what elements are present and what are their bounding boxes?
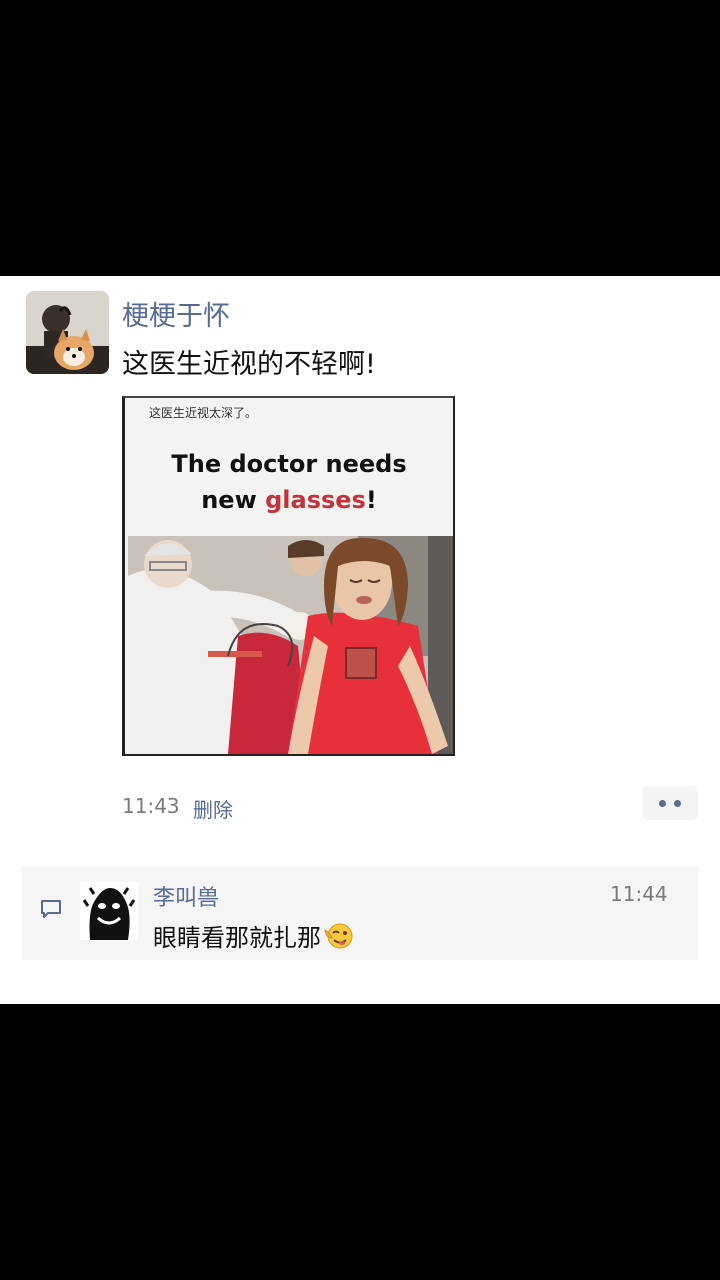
author-avatar[interactable]: [26, 291, 109, 374]
dot-icon: [659, 799, 666, 807]
comment-time: 11:44: [610, 882, 668, 906]
post-text: 这医生近视的不轻啊!: [122, 349, 376, 380]
delete-link[interactable]: 删除: [193, 794, 233, 823]
author-name[interactable]: 梗梗于怀: [122, 294, 230, 333]
image-title-line2: new glasses!: [125, 486, 453, 514]
dot-icon: [674, 799, 681, 807]
more-actions-button[interactable]: [642, 786, 698, 820]
post-image[interactable]: 这医生近视太深了。 The doctor needs new glasses!: [122, 396, 455, 756]
vaccination-photo: [128, 536, 453, 754]
comment-text: 眼睛看那就扎那: [153, 918, 355, 953]
commenter-avatar[interactable]: [80, 882, 138, 940]
moments-post-card: 梗梗于怀 这医生近视的不轻啊! 这医生近视太深了。 The doctor nee…: [0, 276, 720, 1004]
image-title-line1: The doctor needs: [171, 450, 407, 478]
image-title-highlight: glasses: [265, 486, 366, 514]
image-small-caption: 这医生近视太深了。: [149, 406, 258, 420]
image-title-prefix: new: [201, 486, 266, 514]
comment-section: 李叫兽 11:44 眼睛看那就扎那: [22, 866, 698, 960]
post-time: 11:43: [122, 794, 180, 818]
wink-tongue-emoji-icon: [324, 923, 353, 949]
comment-body: 眼睛看那就扎那: [153, 924, 321, 952]
commenter-name[interactable]: 李叫兽: [153, 880, 219, 912]
image-title-suffix: !: [365, 486, 377, 514]
comment-icon: [41, 900, 61, 918]
